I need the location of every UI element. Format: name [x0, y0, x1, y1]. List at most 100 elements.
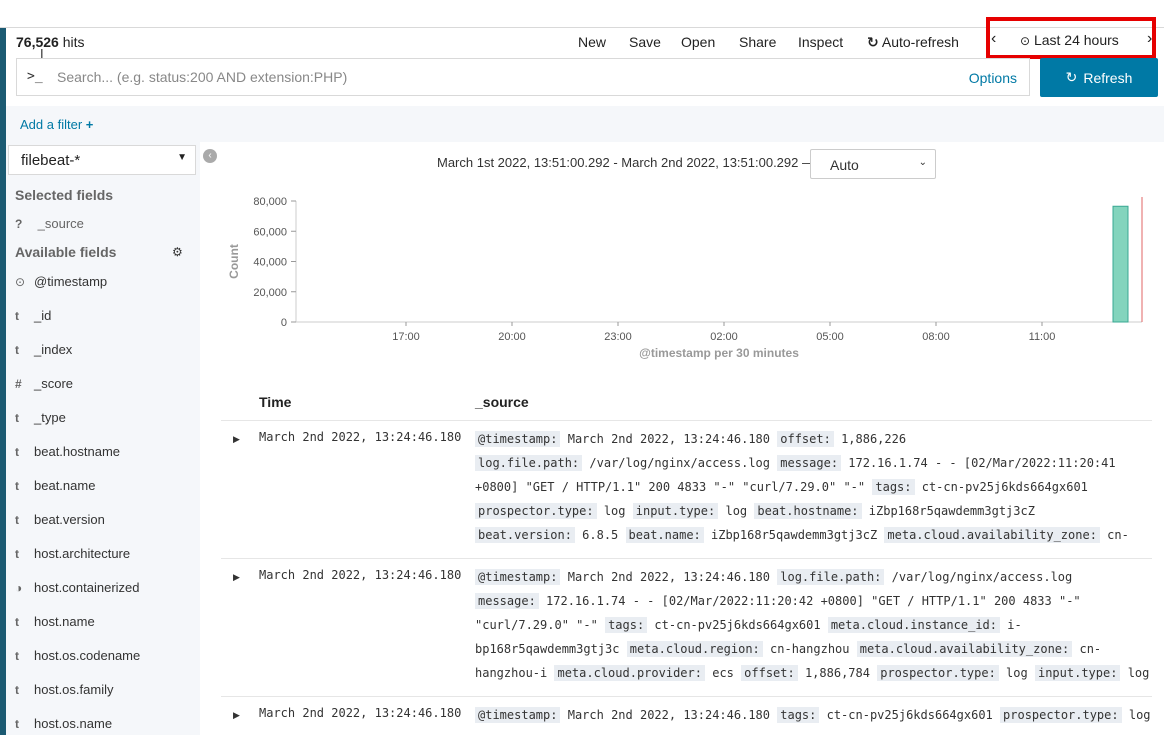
auto-refresh-button[interactable]: ↻ Auto-refresh	[867, 34, 959, 51]
options-link[interactable]: Options	[969, 70, 1017, 86]
field-item[interactable]: # _score	[15, 376, 73, 396]
refresh-button[interactable]: ↻ Refresh	[1040, 58, 1158, 97]
row-source: @timestamp: March 2nd 2022, 13:24:46.180…	[475, 427, 1155, 547]
histogram-bar	[1112, 205, 1129, 323]
source-key: @timestamp:	[475, 431, 561, 447]
row-source: @timestamp: March 2nd 2022, 13:24:46.180…	[475, 565, 1155, 685]
field-item[interactable]: ◑ host.containerized	[15, 580, 140, 600]
source-value: /var/log/nginx/access.log	[891, 570, 1073, 584]
menu-open[interactable]: Open	[681, 34, 715, 50]
source-value: March 2nd 2022, 13:24:46.180	[567, 432, 771, 446]
refresh-icon: ↻	[1065, 69, 1078, 85]
source-value: 1,886,226	[841, 432, 907, 446]
field-item[interactable]: t host.os.family	[15, 682, 113, 702]
source-key: meta.cloud.availability_zone:	[856, 641, 1073, 657]
selected-fields-title: Selected fields	[15, 187, 114, 203]
y-tick-label: 20,000	[253, 287, 287, 299]
string-type-icon: t	[15, 615, 19, 629]
col-time-header[interactable]: Time	[259, 394, 291, 410]
string-type-icon: t	[15, 683, 19, 697]
auto-refresh-label: Auto-refresh	[881, 34, 959, 50]
field-item[interactable]: ⊙ @timestamp	[15, 274, 107, 294]
field-name: @timestamp	[34, 274, 108, 289]
time-picker-button[interactable]: ⊙ Last 24 hours	[1020, 32, 1119, 48]
field-name: _source	[37, 216, 84, 231]
source-value: March 2nd 2022, 13:24:46.180	[567, 570, 771, 584]
source-line: "curl/7.29.0" "-" tags: ct-cn-pv25j6kds6…	[475, 613, 1155, 637]
field-item[interactable]: t beat.hostname	[15, 444, 120, 464]
source-line: @timestamp: March 2nd 2022, 13:24:46.180…	[475, 565, 1155, 589]
field-item[interactable]: t beat.version	[15, 512, 105, 532]
interval-select[interactable]: Auto ⌄	[810, 149, 936, 179]
source-line: beat.version: 6.8.5 beat.name: iZbp168r5…	[475, 523, 1155, 547]
field-item[interactable]: t host.os.name	[15, 716, 112, 736]
chevron-down-icon: ⌄	[918, 157, 927, 168]
source-key: beat.hostname:	[754, 503, 862, 519]
hits-count: 76,526 hits	[16, 34, 85, 50]
refresh-cycle-icon: ↻	[867, 34, 879, 50]
search-bar: >_ Search... (e.g. status:200 AND extens…	[16, 58, 1030, 96]
string-type-icon: t	[15, 343, 19, 357]
source-key: tags:	[777, 707, 820, 723]
x-axis-title: @timestamp per 30 minutes	[639, 346, 799, 360]
source-value: ct-cn-pv25j6kds664gx601	[654, 618, 821, 632]
y-tick-label: 60,000	[253, 226, 287, 238]
source-value: 6.8.5	[582, 528, 619, 542]
field-name: beat.version	[34, 512, 105, 527]
source-line: message: 172.16.1.74 - - [02/Mar/2022:11…	[475, 589, 1155, 613]
source-value: log	[1127, 666, 1150, 680]
field-name: host.os.codename	[34, 648, 141, 663]
index-pattern-select[interactable]: filebeat-* ▼	[8, 145, 196, 175]
menu-save[interactable]: Save	[629, 34, 661, 50]
source-key: offset:	[777, 431, 834, 447]
chevron-right-icon[interactable]: ›	[1147, 30, 1152, 48]
hits-number: 76,526	[16, 34, 59, 50]
source-key: beat.version:	[475, 527, 575, 543]
source-value: ecs	[712, 666, 734, 680]
field-item[interactable]: t _index	[15, 342, 72, 362]
source-key: offset:	[741, 665, 798, 681]
field-item[interactable]: t host.name	[15, 614, 95, 634]
add-filter-link[interactable]: Add a filter +	[20, 117, 93, 132]
string-type-icon: t	[15, 411, 19, 425]
gear-icon[interactable]: ⚙	[172, 245, 183, 259]
source-value: cn-hangzhou	[770, 642, 850, 656]
source-value: cn-	[1107, 528, 1129, 542]
row-source: @timestamp: March 2nd 2022, 13:24:46.180…	[475, 703, 1155, 727]
source-line: prospector.type: log input.type: log bea…	[475, 499, 1155, 523]
refresh-label: Refresh	[1083, 69, 1133, 86]
row-time: March 2nd 2022, 13:24:46.180	[259, 568, 462, 582]
field-item[interactable]: ? _source	[15, 216, 84, 236]
menu-inspect[interactable]: Inspect	[798, 34, 843, 50]
field-name: host.architecture	[34, 546, 131, 561]
source-key: log.file.path:	[475, 455, 583, 471]
field-item[interactable]: t host.architecture	[15, 546, 130, 566]
menu-new[interactable]: New	[578, 34, 606, 50]
y-axis-title: Count	[227, 244, 241, 279]
field-item[interactable]: t _id	[15, 308, 51, 328]
row-time: March 2nd 2022, 13:24:46.180	[259, 706, 462, 720]
expand-row-icon[interactable]: ▶	[233, 710, 240, 721]
field-item[interactable]: t beat.name	[15, 478, 95, 498]
field-name: _index	[34, 342, 73, 357]
source-value: bp168r5qawdemm3gtj3c	[475, 642, 620, 656]
x-tick-label: 17:00	[392, 331, 420, 343]
source-line: hangzhou-i meta.cloud.provider: ecs offs…	[475, 661, 1155, 685]
source-key: message:	[777, 455, 842, 471]
source-key: prospector.type:	[877, 665, 999, 681]
chevron-left-icon[interactable]: ‹	[991, 30, 996, 48]
field-item[interactable]: t host.os.codename	[15, 648, 140, 668]
collapse-sidebar-icon[interactable]: ‹	[203, 149, 217, 163]
expand-row-icon[interactable]: ▶	[233, 572, 240, 583]
menu-share[interactable]: Share	[739, 34, 776, 50]
field-item[interactable]: t _type	[15, 410, 66, 430]
hits-label: hits	[62, 34, 85, 50]
source-key: meta.cloud.instance_id:	[827, 617, 1000, 633]
source-line: log.file.path: /var/log/nginx/access.log…	[475, 451, 1155, 475]
field-name: host.name	[34, 614, 95, 629]
expand-row-icon[interactable]: ▶	[233, 434, 240, 445]
string-type-icon: t	[15, 309, 19, 323]
source-line: +0800] "GET / HTTP/1.1" 200 4833 "-" "cu…	[475, 475, 1155, 499]
search-input[interactable]: Search... (e.g. status:200 AND extension…	[57, 69, 347, 85]
string-type-icon: t	[15, 649, 19, 663]
